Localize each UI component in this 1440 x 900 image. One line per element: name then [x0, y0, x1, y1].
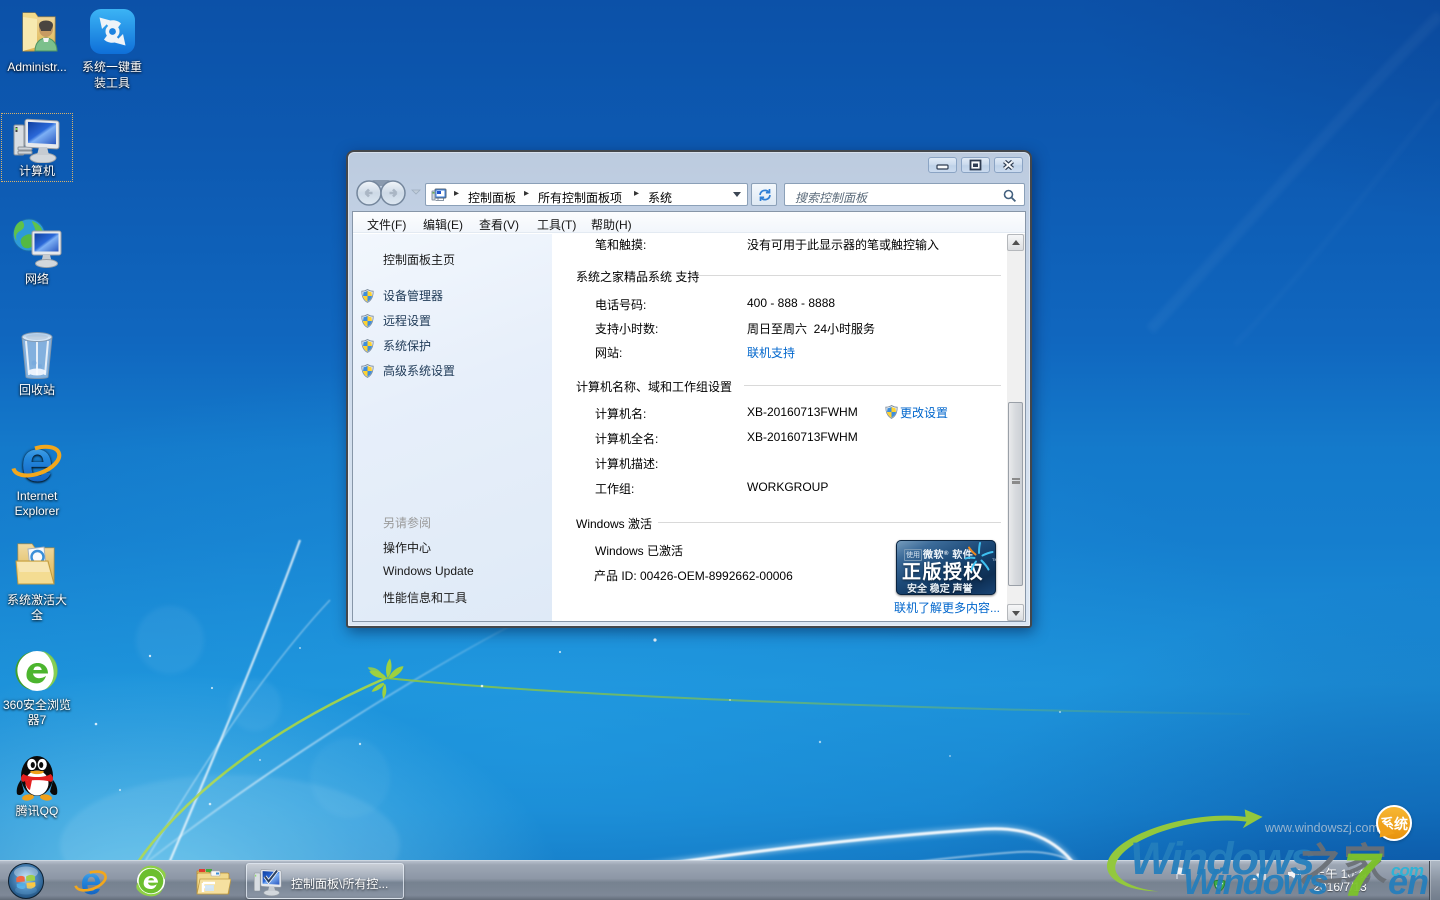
- svg-text:TM: TM: [992, 557, 996, 562]
